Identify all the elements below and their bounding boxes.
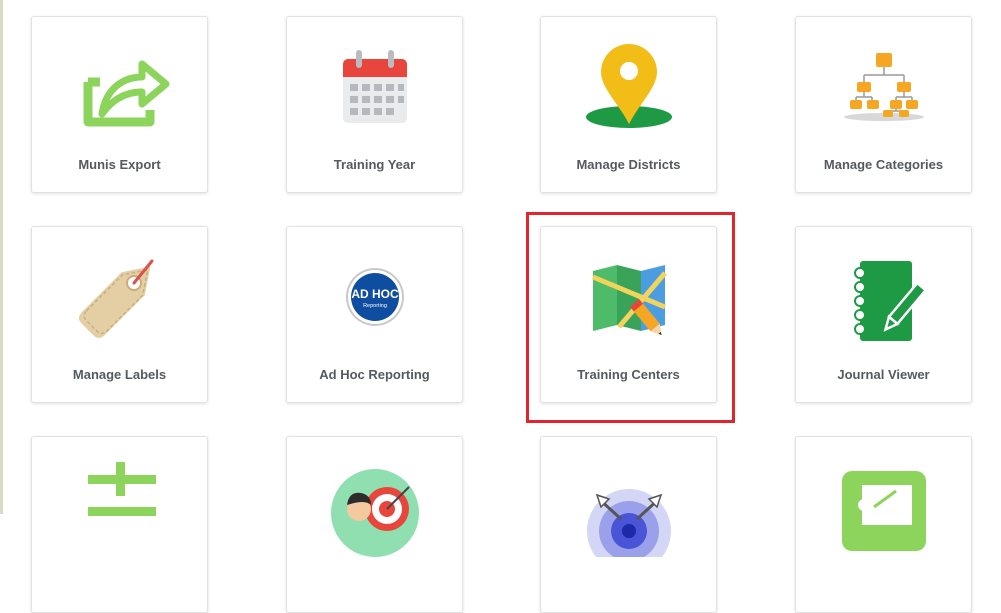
tile-manage-districts[interactable]: Manage Districts xyxy=(540,16,717,193)
tile-label: Ad Hoc Reporting xyxy=(319,367,430,382)
hierarchy-icon xyxy=(796,37,971,137)
notebook-pencil-icon xyxy=(796,247,971,347)
tile-label: Training Year xyxy=(333,157,416,172)
ad-hoc-badge-subtext: Reporting xyxy=(363,303,387,309)
tile-training-year[interactable]: Training Year xyxy=(286,16,463,193)
tile-manage-categories[interactable]: Manage Categories xyxy=(795,16,972,193)
tile-label: Manage Categories xyxy=(823,157,944,172)
calendar-icon xyxy=(287,37,462,137)
tile-plus-list[interactable] xyxy=(31,436,208,613)
teacher-board-icon xyxy=(796,457,971,557)
tile-label: Manage Districts xyxy=(576,157,681,172)
tile-label: Munis Export xyxy=(78,157,161,172)
price-tag-icon xyxy=(32,247,207,347)
person-target-icon xyxy=(287,457,462,557)
tile-journal-viewer[interactable]: Journal Viewer xyxy=(795,226,972,403)
tile-label: Manage Labels xyxy=(72,367,167,382)
export-share-icon xyxy=(32,37,207,137)
tile-teacher-board[interactable] xyxy=(795,436,972,613)
ad-hoc-badge-text: AD HOC xyxy=(351,287,399,301)
tile-target-arrows[interactable] xyxy=(540,436,717,613)
ad-hoc-badge-icon: AD HOC Reporting xyxy=(287,247,462,347)
map-pin-icon xyxy=(541,37,716,137)
tile-ad-hoc-reporting[interactable]: AD HOC Reporting Ad Hoc Reporting xyxy=(286,226,463,403)
tile-training-centers[interactable]: Training Centers xyxy=(540,226,717,403)
tile-label: Journal Viewer xyxy=(837,367,930,382)
left-border-rule xyxy=(0,0,3,514)
plus-list-icon xyxy=(32,457,207,557)
tile-manage-labels[interactable]: Manage Labels xyxy=(31,226,208,403)
target-arrows-icon xyxy=(541,457,716,557)
map-pencil-icon xyxy=(541,247,716,347)
tile-munis-export[interactable]: Munis Export xyxy=(31,16,208,193)
tile-person-target[interactable] xyxy=(286,436,463,613)
tile-label: Training Centers xyxy=(577,367,680,382)
